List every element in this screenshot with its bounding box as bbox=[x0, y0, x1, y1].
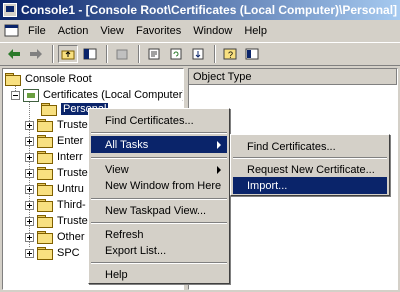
folder-icon bbox=[37, 151, 53, 164]
mmc-icon[interactable] bbox=[242, 45, 262, 63]
expand-icon[interactable] bbox=[25, 184, 34, 194]
all-tasks-submenu: Find Certificates... Request New Certifi… bbox=[230, 134, 390, 196]
menu-separator bbox=[91, 262, 227, 264]
expand-icon[interactable] bbox=[25, 216, 34, 226]
window-title: Console1 - [Console Root\Certificates (L… bbox=[21, 3, 398, 17]
expand-icon[interactable] bbox=[25, 200, 34, 210]
menu-separator bbox=[91, 222, 227, 224]
expand-icon[interactable] bbox=[25, 232, 34, 242]
menu-item-new-taskpad-view[interactable]: New Taskpad View... bbox=[91, 202, 227, 219]
menu-separator bbox=[91, 157, 227, 159]
menu-file[interactable]: File bbox=[22, 20, 52, 42]
expand-icon[interactable] bbox=[25, 248, 34, 258]
expand-icon[interactable] bbox=[25, 168, 34, 178]
expand-icon[interactable] bbox=[25, 120, 34, 130]
tree-node-third-party[interactable]: Third- bbox=[25, 197, 86, 213]
tree-node-trusted-root[interactable]: Truste bbox=[25, 117, 88, 133]
submenu-item-import[interactable]: Import... bbox=[233, 177, 387, 194]
refresh-icon[interactable] bbox=[166, 45, 186, 63]
submenu-item-find-certificates[interactable]: Find Certificates... bbox=[233, 138, 387, 155]
show-hide-tree-icon[interactable] bbox=[80, 45, 100, 63]
toolbar: ? bbox=[0, 42, 400, 66]
tree-node-trusted-publishers[interactable]: Truste bbox=[25, 165, 88, 181]
menu-favorites[interactable]: Favorites bbox=[130, 20, 187, 42]
tree-node-intermediate[interactable]: Interr bbox=[25, 149, 83, 165]
export-list-icon[interactable] bbox=[188, 45, 208, 63]
menu-view[interactable]: View bbox=[94, 20, 130, 42]
submenu-arrow-icon bbox=[217, 141, 221, 149]
menu-item-help[interactable]: Help bbox=[91, 266, 227, 283]
menu-action[interactable]: Action bbox=[52, 20, 95, 42]
properties-icon[interactable] bbox=[144, 45, 164, 63]
menu-item-find-certificates[interactable]: Find Certificates... bbox=[91, 112, 227, 129]
folder-icon bbox=[37, 215, 53, 228]
up-folder-icon[interactable] bbox=[58, 45, 78, 63]
tree-node-enterprise-trust[interactable]: Enter bbox=[25, 133, 83, 149]
folder-icon bbox=[37, 199, 53, 212]
folder-icon bbox=[37, 247, 53, 260]
folder-icon bbox=[37, 167, 53, 180]
toolbar-separator bbox=[106, 45, 108, 63]
menu-item-new-window[interactable]: New Window from Here bbox=[91, 177, 227, 194]
menu-item-view[interactable]: View bbox=[91, 161, 227, 178]
certificate-store-icon bbox=[23, 88, 39, 102]
tree-node-untrusted[interactable]: Untru bbox=[25, 181, 84, 197]
menu-bar: File Action View Favorites Window Help bbox=[0, 20, 400, 42]
toolbar-separator bbox=[138, 45, 140, 63]
folder-icon bbox=[5, 73, 21, 86]
menu-item-export-list[interactable]: Export List... bbox=[91, 242, 227, 259]
menu-window[interactable]: Window bbox=[187, 20, 238, 42]
expand-icon[interactable] bbox=[25, 136, 34, 146]
folder-icon bbox=[37, 119, 53, 132]
menu-item-refresh[interactable]: Refresh bbox=[91, 226, 227, 243]
folder-icon bbox=[37, 231, 53, 244]
tree-node-other-people[interactable]: Other bbox=[25, 229, 85, 245]
tree-node-spc[interactable]: SPC bbox=[25, 245, 80, 261]
back-arrow-icon[interactable] bbox=[4, 45, 24, 63]
menu-item-all-tasks[interactable]: All Tasks bbox=[91, 136, 227, 153]
collapse-icon[interactable] bbox=[11, 90, 20, 100]
console-app-icon bbox=[3, 3, 17, 17]
toolbar-separator bbox=[52, 45, 54, 63]
context-menu: Find Certificates... All Tasks View New … bbox=[88, 108, 230, 284]
menu-help[interactable]: Help bbox=[238, 20, 273, 42]
tree-node-console-root[interactable]: Console Root bbox=[5, 71, 92, 87]
svg-text:?: ? bbox=[228, 50, 233, 60]
menu-separator bbox=[91, 132, 227, 134]
folder-icon bbox=[37, 135, 53, 148]
menu-separator bbox=[91, 198, 227, 200]
help-book-icon[interactable]: ? bbox=[220, 45, 240, 63]
toolbar-separator bbox=[214, 45, 216, 63]
title-bar: Console1 - [Console Root\Certificates (L… bbox=[0, 0, 400, 20]
submenu-item-request-new-certificate[interactable]: Request New Certificate... bbox=[233, 161, 387, 178]
forward-arrow-icon[interactable] bbox=[26, 45, 46, 63]
delete-icon[interactable] bbox=[112, 45, 132, 63]
column-header-object-type[interactable]: Object Type bbox=[189, 69, 397, 85]
expand-icon[interactable] bbox=[25, 152, 34, 162]
folder-icon bbox=[37, 183, 53, 196]
submenu-arrow-icon bbox=[217, 166, 221, 174]
tree-node-trusted-people[interactable]: Truste bbox=[25, 213, 88, 229]
folder-open-icon bbox=[41, 103, 57, 116]
menu-separator bbox=[233, 157, 387, 159]
console-menu-icon[interactable] bbox=[4, 23, 20, 39]
